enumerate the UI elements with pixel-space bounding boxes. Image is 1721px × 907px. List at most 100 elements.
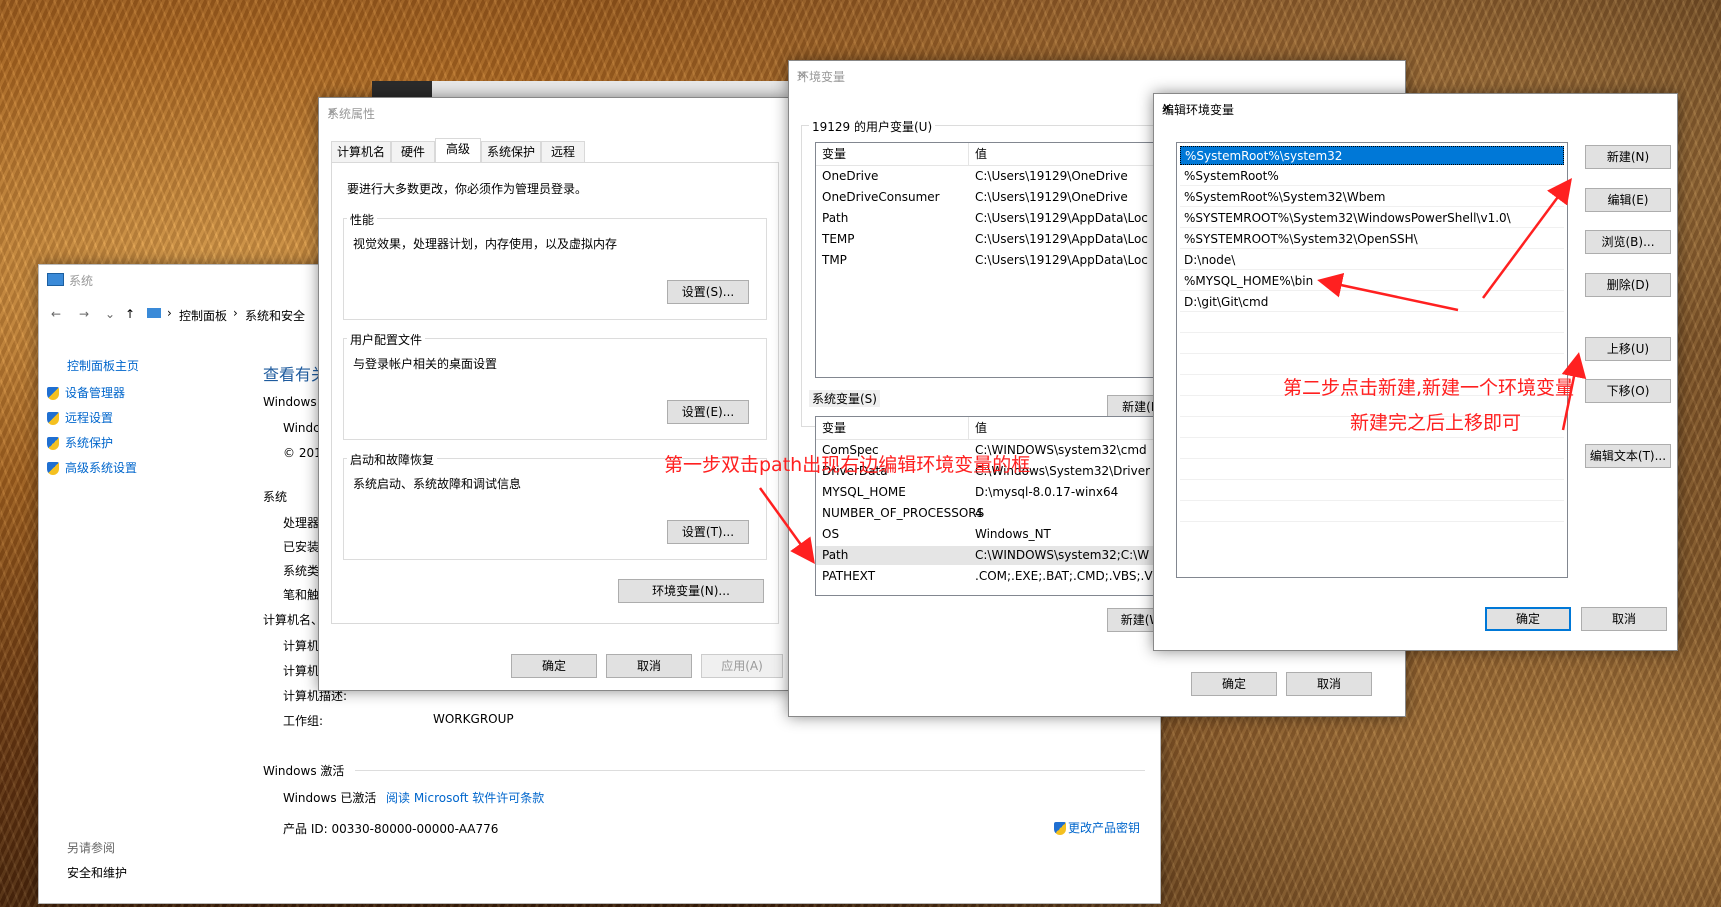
- list-item-empty[interactable]: [1180, 482, 1564, 501]
- move-down-button[interactable]: 下移(O): [1585, 379, 1671, 403]
- sysprops-titlebar[interactable]: 系统属性 ✕: [319, 98, 789, 126]
- edit-text-button[interactable]: 编辑文本(T)...: [1585, 444, 1671, 468]
- tab-remote[interactable]: 远程: [541, 141, 585, 162]
- envvars-cancel-button[interactable]: 取消: [1286, 672, 1372, 696]
- list-item-selected[interactable]: %SystemRoot%\system32: [1180, 146, 1564, 165]
- shield-icon: [47, 412, 59, 425]
- list-item[interactable]: D:\git\Git\cmd: [1180, 293, 1564, 312]
- edit-environment-variable-dialog: 编辑环境变量 ✕ %SystemRoot%\system32 %SystemRo…: [1153, 93, 1678, 651]
- col-value[interactable]: 值: [975, 143, 987, 165]
- browse-button[interactable]: 浏览(B)...: [1585, 230, 1671, 254]
- tab-system-protection[interactable]: 系统保护: [481, 141, 541, 162]
- tab-computer-name[interactable]: 计算机名: [331, 141, 391, 162]
- system-window-title: 系统: [69, 274, 94, 288]
- performance-desc: 视觉效果，处理器计划，内存使用，以及虚拟内存: [353, 237, 618, 251]
- windows-name: Windc: [283, 421, 320, 435]
- sidebar-item-remote[interactable]: 远程设置: [47, 409, 113, 426]
- startup-settings-button[interactable]: 设置(T)...: [667, 520, 749, 544]
- list-item-empty[interactable]: [1180, 461, 1564, 480]
- windows-edition-label: Windows: [263, 395, 317, 409]
- sidebar-item-protection[interactable]: 系统保护: [47, 434, 113, 451]
- col-variable[interactable]: 变量: [822, 143, 846, 165]
- annotation-step2-line2: 新建完之后上移即可: [1350, 412, 1522, 434]
- environment-variables-button[interactable]: 环境变量(N)...: [618, 579, 764, 603]
- editenv-titlebar[interactable]: 编辑环境变量 ✕: [1154, 94, 1677, 122]
- list-item[interactable]: D:\node\: [1180, 251, 1564, 270]
- edit-entry-button[interactable]: 编辑(E): [1585, 188, 1671, 212]
- activation-status: Windows 已激活: [283, 791, 377, 805]
- tab-advanced[interactable]: 高级: [435, 138, 481, 162]
- annotation-step2-line1: 第二步点击新建,新建一个环境变量: [1283, 377, 1575, 399]
- product-id: 产品 ID: 00330-80000-00000-AA776: [283, 822, 499, 836]
- see-also-label: 另请参阅: [67, 841, 116, 855]
- workgroup-label: 工作组:: [283, 714, 324, 728]
- sidebar-item-advanced[interactable]: 高级系统设置: [47, 459, 137, 476]
- monitor-icon: [47, 273, 64, 286]
- sysprops-tabbar: 计算机名 硬件 高级 系统保护 远程: [331, 138, 777, 163]
- list-item-empty[interactable]: [1180, 503, 1564, 522]
- close-icon[interactable]: ✕: [1162, 101, 1669, 115]
- installed-memory-label: 已安装: [283, 540, 320, 554]
- startup-recovery-label: 启动和故障恢复: [347, 451, 438, 468]
- sysprops-cancel-button[interactable]: 取消: [606, 654, 692, 678]
- list-item[interactable]: %SYSTEMROOT%\System32\OpenSSH\: [1180, 230, 1564, 249]
- performance-group: [343, 218, 767, 320]
- computer-section-label: 计算机名、: [263, 613, 324, 627]
- system-properties-dialog: 系统属性 ✕ 计算机名 硬件 高级 系统保护 远程 要进行大多数更改，你必须作为…: [318, 97, 790, 691]
- tab-hardware[interactable]: 硬件: [391, 141, 435, 162]
- shield-icon: [1054, 822, 1066, 835]
- change-product-key-link[interactable]: 更改产品密钥: [1054, 819, 1140, 836]
- performance-settings-button[interactable]: 设置(S)...: [667, 280, 749, 304]
- list-item[interactable]: %SYSTEMROOT%\System32\WindowsPowerShell\…: [1180, 209, 1564, 228]
- license-terms-link[interactable]: 阅读 Microsoft 软件许可条款: [386, 789, 544, 806]
- system-type-label: 系统类: [283, 564, 320, 578]
- breadcrumb-control-panel[interactable]: 控制面板: [179, 307, 227, 324]
- editenv-ok-button[interactable]: 确定: [1485, 607, 1571, 631]
- sysprops-ok-button[interactable]: 确定: [511, 654, 597, 678]
- list-item[interactable]: %MYSQL_HOME%\bin: [1180, 272, 1564, 291]
- list-item[interactable]: %SystemRoot%\System32\Wbem: [1180, 188, 1564, 207]
- close-icon[interactable]: ✕: [327, 105, 781, 119]
- sysprops-apply-button[interactable]: 应用(A): [701, 654, 783, 678]
- editenv-cancel-button[interactable]: 取消: [1581, 607, 1667, 631]
- shield-icon: [47, 462, 59, 475]
- delete-entry-button[interactable]: 删除(D): [1585, 273, 1671, 297]
- close-icon[interactable]: ✕: [797, 68, 1397, 82]
- user-profile-settings-button[interactable]: 设置(E)...: [667, 400, 749, 424]
- envvars-ok-button[interactable]: 确定: [1191, 672, 1277, 696]
- col-value[interactable]: 值: [975, 417, 987, 439]
- sidebar-home-link[interactable]: 控制面板主页: [67, 357, 139, 374]
- user-variables-label: 19129 的用户变量(U): [809, 118, 936, 135]
- sidebar-item-device-manager[interactable]: 设备管理器: [47, 384, 125, 401]
- admin-note: 要进行大多数更改，你必须作为管理员登录。: [347, 182, 588, 196]
- user-profile-label: 用户配置文件: [347, 331, 426, 348]
- shield-icon: [47, 387, 59, 400]
- activation-divider: [355, 770, 1145, 771]
- path-entries-list[interactable]: %SystemRoot%\system32 %SystemRoot% %Syst…: [1176, 142, 1568, 578]
- pen-touch-label: 笔和触: [283, 588, 320, 602]
- back-arrow-icon[interactable]: ←: [51, 307, 61, 321]
- user-profile-group: [343, 338, 767, 440]
- list-item-empty[interactable]: [1180, 440, 1564, 459]
- computer-name-label: 计算机: [283, 639, 320, 653]
- system-variables-label: 系统变量(S): [809, 390, 880, 407]
- security-maintenance-link[interactable]: 安全和维护: [67, 864, 127, 881]
- up-arrow-icon[interactable]: ↑: [125, 307, 135, 321]
- new-entry-button[interactable]: 新建(N): [1585, 145, 1671, 169]
- annotation-step1: 第一步双击path出现右边编辑环境变量的框: [664, 454, 1031, 476]
- envvars-titlebar[interactable]: 环境变量 ✕: [789, 61, 1405, 89]
- list-item[interactable]: %SystemRoot%: [1180, 167, 1564, 186]
- performance-label: 性能: [347, 211, 378, 228]
- col-variable[interactable]: 变量: [822, 417, 846, 439]
- activation-section-label: Windows 激活: [263, 764, 345, 778]
- dropdown-chevron-icon[interactable]: ⌄: [105, 307, 115, 321]
- list-item-empty[interactable]: [1180, 314, 1564, 333]
- breadcrumb-system-security[interactable]: 系统和安全: [245, 307, 305, 324]
- processor-label: 处理器: [283, 516, 320, 530]
- computer-fullname-label: 计算机: [283, 664, 320, 678]
- move-up-button[interactable]: 上移(U): [1585, 337, 1671, 361]
- forward-arrow-icon[interactable]: →: [79, 307, 89, 321]
- list-item-empty[interactable]: [1180, 335, 1564, 354]
- system-section-label: 系统: [263, 490, 288, 504]
- startup-recovery-desc: 系统启动、系统故障和调试信息: [353, 477, 522, 491]
